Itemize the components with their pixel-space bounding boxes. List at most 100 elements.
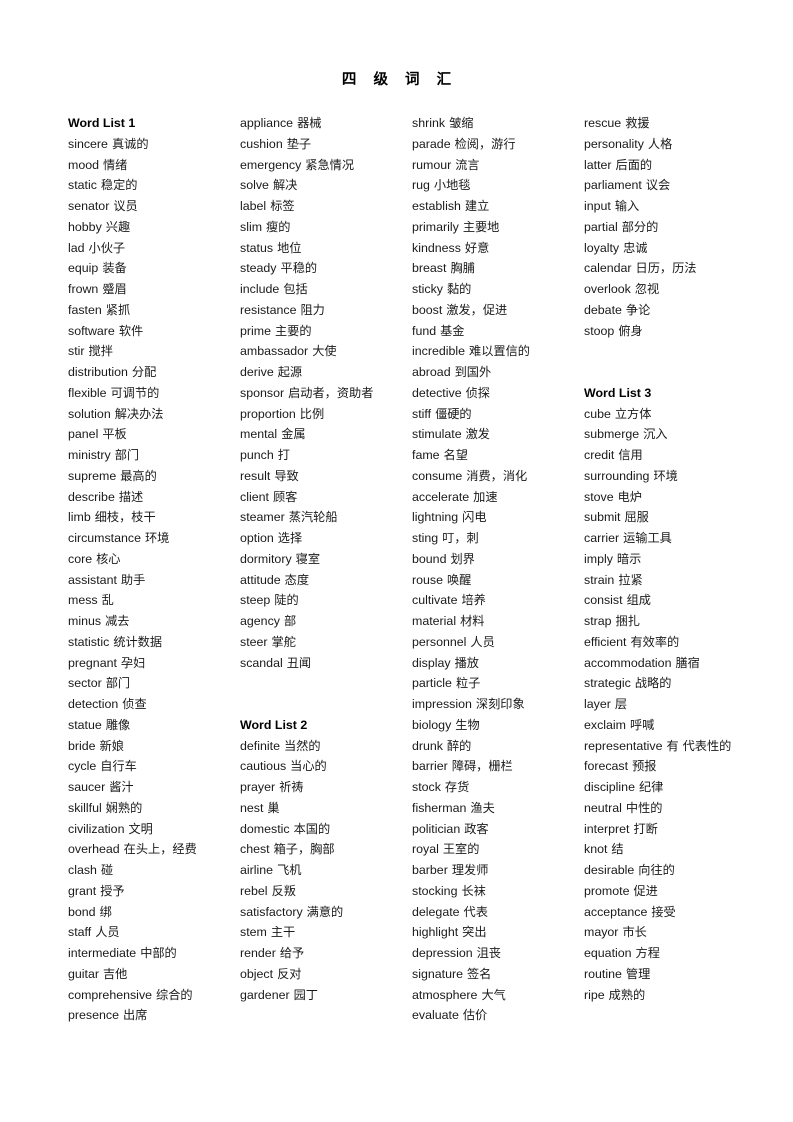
entry-translation: 流言 [455,157,480,172]
entry-translation: 好意 [464,240,490,255]
entry-word: consist [584,593,623,608]
entry-word: signature [412,966,463,981]
word-entry: statue 雕像 [68,715,216,736]
entry-word: client [240,489,269,504]
word-entry: representative 有 代表性的 [584,736,732,757]
entry-word: agency [240,614,280,628]
word-entry: consume 消费，消化 [412,466,560,487]
entry-word: cultivate [412,593,458,608]
entry-word: sticky [412,282,443,296]
entry-spacer [240,673,388,694]
entry-word: ambassador [240,344,309,359]
entry-word: stem [240,925,267,940]
entry-word: mood [68,157,99,172]
word-list-heading: Word List 2 [240,717,308,732]
entry-word: proportion [240,406,296,421]
entry-translation: 环境 [145,531,170,545]
entry-word: credit [584,448,615,462]
entry-word: ripe [584,987,605,1002]
entry-word: interpret [584,821,630,836]
entry-word: abroad [412,365,451,379]
entry-translation: 给予 [279,946,305,960]
word-entry: cultivate 培养 [412,590,560,611]
entry-word: royal [412,842,439,857]
word-entry: fasten 紧抓 [68,300,216,321]
entry-word: knot [584,842,608,857]
entry-word: label [240,199,267,213]
column-1: Word List 1 sincere 真诚的 mood 情绪 static 稳定的 sena… [68,113,216,1026]
entry-translation: 粒子 [455,676,481,691]
entry-translation: 难以置信的 [469,344,530,359]
entry-word: loyalty [584,240,620,255]
entry-word: stocking [412,883,458,898]
entry-translation: 当然的 [283,738,321,753]
entry-translation: 王室的 [442,842,480,857]
word-entry: frown 蹙眉 [68,279,216,300]
word-entry: forecast 预报 [584,756,732,777]
entry-word: equip [68,261,99,276]
word-entry: pregnant 孕妇 [68,653,216,674]
entry-word: saucer [68,780,106,794]
entry-translation: 解决 [272,178,298,193]
entry-translation: 小伙子 [88,240,126,255]
entry-word: desirable [584,863,635,877]
word-list-columns: Word List 1 sincere 真诚的 mood 情绪 static 稳定的 sena… [68,113,731,1043]
entry-word: kindness [412,240,461,255]
word-entry: strategic 战略的 [584,673,732,694]
entry-translation: 在头上，经费 [123,842,197,857]
entry-translation: 障碍，栅栏 [451,759,513,774]
entry-translation: 膳宿 [675,655,700,670]
word-entry: overhead 在头上，经费 [68,839,216,860]
word-entry: statistic 统计数据 [68,632,216,653]
entry-translation: 部门 [114,448,140,462]
entry-word: equation [584,946,632,960]
entry-word: evaluate [412,1008,459,1023]
word-entry: prayer 祈祷 [240,777,388,798]
word-entry: shrink 皱缩 [412,113,560,134]
entry-word: surrounding [584,468,650,483]
word-entry: solve 解决 [240,175,388,196]
entry-word: supreme [68,468,117,483]
entry-translation: 激发 [465,427,490,442]
word-entry: detection 侦查 [68,694,216,715]
entry-translation: 日历，历法 [635,261,697,276]
entry-word: promote [584,883,630,898]
word-entry: software 软件 [68,321,216,342]
word-entry: submit 屈服 [584,507,732,528]
entry-translation: 满意的 [306,904,344,919]
entry-translation: 救援 [625,116,650,130]
entry-translation: 侦探 [465,385,490,400]
entry-word: statistic [68,634,110,649]
word-entry: material 材料 [412,611,560,632]
entry-word: comprehensive [68,987,153,1002]
entry-translation: 软件 [118,323,144,338]
word-entry: biology 生物 [412,715,560,736]
entry-translation: 检阅，游行 [454,136,516,151]
entry-word: barber [412,863,448,877]
word-entry: stem 主干 [240,922,388,943]
entry-word: staff [68,925,92,940]
entry-word: grant [68,883,97,898]
entry-word: partial [584,219,618,234]
word-entry: stocking 长袜 [412,881,560,902]
word-entry: derive 起源 [240,362,388,383]
word-entry: neutral 中性的 [584,798,732,819]
entry-translation: 方程 [635,946,660,960]
entry-translation: 促进 [633,883,658,898]
word-entry: drunk 醉的 [412,736,560,757]
entry-word: stir [68,344,85,359]
entry-spacer [240,694,388,715]
entry-word: statue [68,717,102,732]
entry-word: option [240,531,274,545]
entry-word: cushion [240,136,283,151]
word-entry: efficient 有效率的 [584,632,732,653]
entry-word: senator [68,199,110,213]
word-entry: ambassador 大使 [240,341,388,362]
entry-word: stove [584,489,614,504]
entry-word: cycle [68,759,97,774]
entry-translation: 器械 [297,116,322,130]
word-entry: evaluate 估价 [412,1005,560,1026]
entry-translation: 综合的 [156,987,193,1002]
entry-translation: 垫子 [286,136,312,151]
entry-word: civilization [68,821,125,836]
